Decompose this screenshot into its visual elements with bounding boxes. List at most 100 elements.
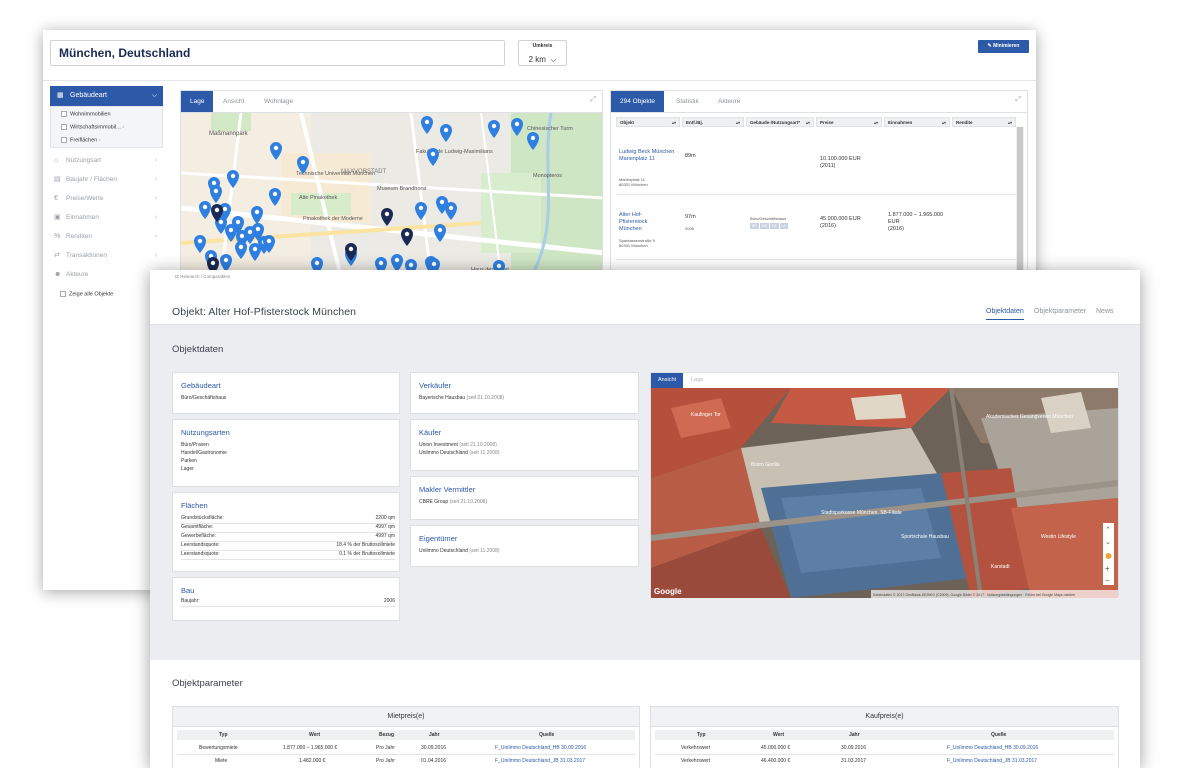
col-einnahmen[interactable]: Einnahmen ▴▾ — [884, 117, 950, 127]
object-zip: 80331 München — [619, 243, 648, 248]
nav-news[interactable]: News — [1096, 308, 1114, 315]
sidebar-item-transaktionen[interactable]: ⇄ Transaktionen › — [50, 247, 163, 265]
source-link[interactable]: F_UniImmo Deutschland_HB 30.09.2016 — [495, 745, 586, 751]
object-name-link[interactable]: Alter Hof-Pfisterstock München — [619, 212, 659, 233]
buyer-name: Unilmmo Deutschland (seit 11.2008) — [419, 450, 500, 456]
object-distance: 89m — [685, 153, 696, 159]
aerial-map[interactable]: Stadtsparkasse München, SB-Filiale Bistr… — [651, 388, 1118, 598]
sidebar-item-baujahr[interactable]: ▤ Baujahr / Flächen › — [50, 171, 163, 189]
expand-icon[interactable]: ⤢ — [1015, 96, 1021, 104]
tab-statistik[interactable]: Statistik — [676, 91, 699, 112]
table-header: Typ Wert Bezug Jahr Quelle — [177, 730, 635, 740]
tab-lage[interactable]: Lage — [691, 373, 703, 388]
store-icon: ⌂ — [54, 157, 59, 164]
sort-icon: ▴▾ — [873, 120, 878, 125]
table-row[interactable]: Alter Hof-Pfisterstock München Sparkasse… — [616, 196, 1016, 260]
map-tabs: Lage Ansicht Wohnlage ⤢ — [181, 91, 602, 113]
card-kaeufer: Käufer Union Investment (seit 21.10.2008… — [410, 419, 639, 471]
chevron-right-icon: › — [154, 252, 157, 259]
col-entfernung[interactable]: Entf./Bj. ▴▾ — [682, 117, 744, 127]
price-date: 30.09.2016 — [841, 745, 867, 751]
checkbox-wirtschaftsimmobilien[interactable]: Wirtschaftsimmobil... › — [61, 124, 124, 130]
col-rendite[interactable]: Rendite ▴▾ — [952, 117, 1016, 127]
map-label: Museum Brandhorst — [377, 186, 427, 192]
tab-akteure[interactable]: Akteure — [718, 91, 740, 112]
radius-select[interactable]: Umkreis 2 km ⌵ — [518, 40, 567, 66]
sidebar-item-renditen[interactable]: % Renditen › — [50, 228, 163, 246]
scrollbar[interactable] — [1016, 127, 1024, 275]
source-link[interactable]: F_UniImmo Deutschland_JB 31.03.2017 — [947, 758, 1037, 764]
map-label: Karstadt — [991, 564, 1010, 570]
usage-item: Büro/Praxen — [181, 442, 209, 448]
checkbox-wohnimmobilien[interactable]: Wohnimmobilien — [61, 111, 111, 117]
card-title: Verkäufer — [419, 381, 452, 390]
col-preise[interactable]: Preise ▴▾ — [816, 117, 882, 127]
zoom-in-icon: + — [1105, 564, 1110, 573]
col-objekt[interactable]: Objekt ▴▾ — [616, 117, 680, 127]
location-input[interactable]: München, Deutschland — [50, 40, 505, 66]
sidebar-subitems: Wohnimmobilien Wirtschaftsimmobil... › F… — [50, 106, 163, 148]
tab-objekte[interactable]: 294 Objekte — [611, 91, 665, 112]
object-zip: 80331 München — [619, 182, 648, 187]
rent-value: 1.877.000 – 1.965.000 € — [283, 745, 338, 751]
minimize-button[interactable]: ✎ Minimieren — [978, 40, 1029, 53]
checkbox-freiflaechen[interactable]: Freiflächen › — [61, 137, 101, 143]
usage-item: Parken — [181, 458, 197, 464]
sidebar-item-akteure[interactable]: ☻ Akteure — [50, 266, 163, 284]
card-title: Makler Vermittler — [419, 485, 476, 494]
seller-name: Bayerische Hausbau (seit 21.10.2008) — [419, 395, 505, 401]
price-value: 45.000.000 € — [761, 745, 791, 751]
show-all-checkbox[interactable]: Zeige alle Objekte — [60, 291, 113, 297]
building-icon: ▦ — [57, 92, 64, 99]
kaufpreise-table: Kaufpreis(e) Typ Wert Jahr Quelle Verkeh… — [650, 706, 1119, 768]
sidebar-item-gebaeudeart[interactable]: ▦ Gebäudeart ⌵ — [50, 86, 163, 106]
aerial-image[interactable]: Stadtsparkasse München, SB-Filiale Bistr… — [651, 388, 1118, 598]
expand-icon[interactable]: ⤢ — [590, 96, 596, 104]
calendar-icon: ▤ — [54, 176, 61, 183]
chevron-down-icon: ⌵ — [550, 55, 557, 64]
source-link[interactable]: F_UniImmo Deutschland_JB 31.03.2017 — [495, 758, 585, 764]
tab-wohnlage[interactable]: Wohnlage — [264, 91, 293, 112]
sidebar-item-nutzungsart[interactable]: ⌂ Nutzungsart › — [50, 152, 163, 170]
price-type: Verkehrswert — [681, 758, 711, 764]
col-gebaeudeart[interactable]: Gebäude-/Nutzungsart* ▴▾ — [746, 117, 814, 127]
object-distance: 97m — [685, 214, 696, 220]
google-logo: Google — [654, 587, 682, 596]
object-price-year: (2011) — [820, 163, 836, 169]
card-title: Bau — [181, 586, 195, 595]
nav-objektparameter[interactable]: Objektparameter — [1034, 308, 1086, 315]
chevron-right-icon: › — [154, 214, 157, 221]
radius-label: Umkreis — [532, 43, 553, 49]
rent-type: Bewertungsmiete — [199, 745, 238, 751]
tab-ansicht[interactable]: Ansicht — [223, 91, 244, 112]
breadcrumb[interactable]: IZ Research / Comparables — [175, 274, 230, 279]
zoom-out-icon: − — [1105, 576, 1110, 585]
object-type: Büro/Geschäftshaus — [750, 216, 787, 221]
card-eigentuemer: Eigentümer Unilmmo Deutschland (seit 11.… — [410, 525, 639, 567]
table-row[interactable]: Ludwig Beck München Marienplatz 11 Marie… — [616, 131, 1016, 195]
object-income: 1.877.000 – 1.965.000 EUR — [888, 212, 944, 225]
tab-lage[interactable]: Lage — [181, 91, 214, 112]
aerial-tabs: Ansicht Lage — [651, 373, 1118, 389]
sidebar-item-einnahmen[interactable]: ▣ Einnahmen › — [50, 209, 163, 227]
rotate-icon: ⌃ — [1105, 526, 1111, 534]
sort-icon: ▴▾ — [735, 120, 740, 125]
sort-icon: ▴▾ — [671, 120, 676, 125]
price-type: Verkehrswert — [681, 745, 711, 751]
section-title-objektdaten: Objektdaten — [172, 344, 224, 355]
map-label: Westin Lifestyle — [1041, 534, 1076, 540]
map-panel: Lage Ansicht Wohnlage ⤢ Maßmannpark Tech… — [180, 90, 603, 276]
source-link[interactable]: F_UniImmo Deutschland_HB 30.09.2016 — [947, 745, 1038, 751]
tab-ansicht[interactable]: Ansicht — [651, 373, 684, 388]
sidebar-item-preise[interactable]: € Preise/Werte › — [50, 190, 163, 208]
object-price-year: (2016) — [820, 223, 836, 229]
card-title: Gebäudeart — [181, 381, 221, 390]
card-gebaeudeart: Gebäudeart Büro/Geschäftshaus — [172, 372, 400, 414]
nav-objektdaten[interactable]: Objektdaten — [986, 308, 1024, 320]
rotate-down-icon: ⌄ — [1105, 539, 1111, 546]
object-name-link[interactable]: Ludwig Beck München Marienplatz 11 — [619, 149, 675, 163]
sort-icon: ▴▾ — [805, 120, 810, 125]
aerial-view-panel: Ansicht Lage Stadtsparkasse München, SB-… — [650, 372, 1119, 598]
page-title: Objekt: Alter Hof-Pfisterstock München — [172, 306, 357, 318]
city-map[interactable]: Maßmannpark Technische Universität Münch… — [181, 113, 603, 276]
